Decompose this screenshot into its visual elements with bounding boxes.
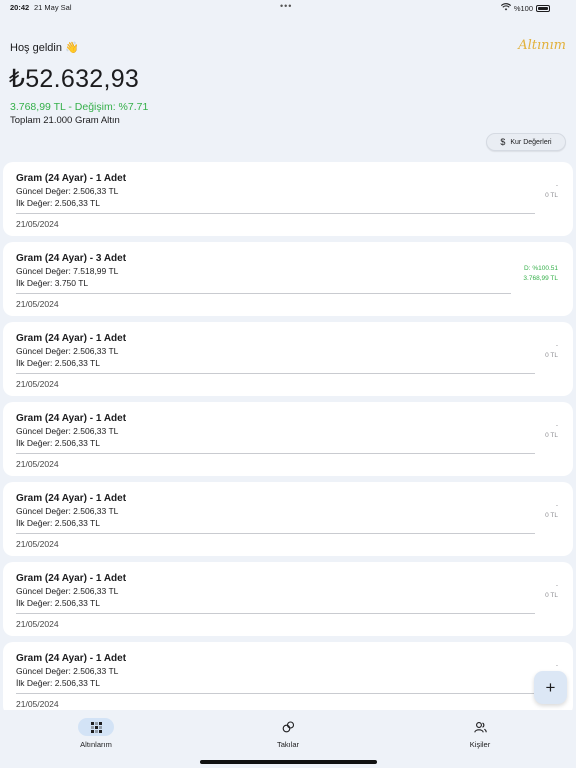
status-time: 20:42 bbox=[10, 3, 30, 12]
gold-item-current-value: Güncel Değer: 2.506,33 TL bbox=[16, 506, 119, 516]
gold-item-diff-line1: - bbox=[555, 422, 558, 429]
gold-list[interactable]: Gram (24 Ayar) - 1 Adet Güncel Değer: 2.5… bbox=[3, 162, 573, 710]
dollar-icon: $ bbox=[500, 137, 506, 147]
gold-item-difference: - 0 TL bbox=[545, 341, 558, 361]
divider bbox=[16, 293, 511, 294]
status-right: %100 bbox=[500, 3, 550, 13]
gold-item-initial-value: İlk Değer: 2.506,33 TL bbox=[16, 598, 100, 608]
gold-item-difference: - bbox=[556, 661, 558, 671]
gold-item-date: 21/05/2024 bbox=[16, 379, 59, 389]
add-gold-button[interactable]: + bbox=[534, 671, 567, 704]
gold-item-initial-value: İlk Değer: 2.506,33 TL bbox=[16, 358, 100, 368]
total-change: 3.768,99 TL - Değişim: %7.71 bbox=[10, 101, 149, 113]
exchange-rates-button[interactable]: $ Kur Değerleri bbox=[486, 133, 566, 151]
plus-icon: + bbox=[545, 677, 556, 697]
gold-item-initial-value: İlk Değer: 2.506,33 TL bbox=[16, 198, 100, 208]
tab-label: Takılar bbox=[276, 740, 300, 749]
brand-logo: Altınım bbox=[518, 38, 566, 53]
gram-total: Toplam 21.000 Gram Altın bbox=[10, 115, 120, 126]
gold-item-title: Gram (24 Ayar) - 1 Adet bbox=[16, 573, 127, 584]
tab-label: Kişiler bbox=[469, 740, 491, 749]
status-bar: 20:42 21 May Sal ••• %100 bbox=[0, 0, 576, 14]
gold-item-card[interactable]: Gram (24 Ayar) - 1 Adet Güncel Değer: 2.5… bbox=[3, 482, 573, 556]
gold-item-diff-line1: - bbox=[555, 662, 558, 669]
gold-item-card[interactable]: Gram (24 Ayar) - 1 Adet Güncel Değer: 2.5… bbox=[3, 402, 573, 476]
divider bbox=[16, 613, 535, 614]
tab-altinlarim[interactable]: Altınlarım bbox=[56, 718, 136, 758]
gold-item-title: Gram (24 Ayar) - 3 Adet bbox=[16, 253, 127, 264]
gold-item-current-value: Güncel Değer: 2.506,33 TL bbox=[16, 346, 119, 356]
rings-icon bbox=[270, 718, 306, 736]
gold-item-current-value: Güncel Değer: 2.506,33 TL bbox=[16, 586, 119, 596]
gold-item-date: 21/05/2024 bbox=[16, 619, 59, 629]
gold-item-title: Gram (24 Ayar) - 1 Adet bbox=[16, 653, 127, 664]
gold-item-diff-line2: 0 TL bbox=[545, 592, 558, 599]
exchange-rates-label: Kur Değerleri bbox=[510, 138, 552, 146]
gold-item-date: 21/05/2024 bbox=[16, 459, 59, 469]
grid-icon bbox=[78, 718, 114, 736]
gold-item-current-value: Güncel Değer: 2.506,33 TL bbox=[16, 426, 119, 436]
tab-takilar[interactable]: Takılar bbox=[248, 718, 328, 758]
gold-item-date: 21/05/2024 bbox=[16, 299, 59, 309]
gold-item-card[interactable]: Gram (24 Ayar) - 1 Adet Güncel Değer: 2.5… bbox=[3, 562, 573, 636]
gold-item-card[interactable]: Gram (24 Ayar) - 1 Adet Güncel Değer: 2.5… bbox=[3, 642, 573, 710]
gold-item-current-value: Güncel Değer: 2.506,33 TL bbox=[16, 666, 119, 676]
gold-item-diff-line1: - bbox=[555, 342, 558, 349]
gold-item-title: Gram (24 Ayar) - 1 Adet bbox=[16, 493, 127, 504]
gold-item-title: Gram (24 Ayar) - 1 Adet bbox=[16, 173, 127, 184]
gold-item-diff-line2: 0 TL bbox=[545, 192, 558, 199]
gold-item-date: 21/05/2024 bbox=[16, 539, 59, 549]
greeting: Hoş geldin 👋 bbox=[10, 42, 79, 54]
home-indicator[interactable] bbox=[200, 760, 377, 764]
gold-item-diff-line2: 0 TL bbox=[545, 512, 558, 519]
gold-item-diff-line1: - bbox=[555, 582, 558, 589]
divider bbox=[16, 533, 535, 534]
battery-percent: %100 bbox=[513, 3, 533, 13]
gold-item-difference: D: %100.51 3.768,99 TL bbox=[523, 264, 558, 284]
gold-item-difference: - 0 TL bbox=[545, 501, 558, 521]
tab-label: Altınlarım bbox=[80, 740, 112, 749]
gold-item-difference: - 0 TL bbox=[545, 181, 558, 201]
gold-item-initial-value: İlk Değer: 2.506,33 TL bbox=[16, 678, 100, 688]
gold-item-initial-value: İlk Değer: 2.506,33 TL bbox=[16, 518, 100, 528]
gold-item-date: 21/05/2024 bbox=[16, 219, 59, 229]
gold-item-difference: - 0 TL bbox=[545, 421, 558, 441]
gold-item-diff-line2: 3.768,99 TL bbox=[523, 275, 558, 282]
wifi-icon bbox=[500, 3, 511, 13]
divider bbox=[16, 453, 535, 454]
gold-item-diff-line2: 0 TL bbox=[545, 432, 558, 439]
gold-item-difference: - 0 TL bbox=[545, 581, 558, 601]
status-date: 21 May Sal bbox=[34, 3, 72, 12]
people-icon bbox=[462, 718, 498, 736]
gold-item-diff-line2: 0 TL bbox=[545, 352, 558, 359]
gold-item-card[interactable]: Gram (24 Ayar) - 1 Adet Güncel Değer: 2.5… bbox=[3, 322, 573, 396]
gold-item-diff-line1: D: %100.51 bbox=[524, 265, 558, 272]
gold-item-date: 21/05/2024 bbox=[16, 699, 59, 709]
divider bbox=[16, 373, 535, 374]
battery-icon bbox=[536, 4, 550, 12]
divider bbox=[16, 213, 535, 214]
multitasking-dots-icon[interactable]: ••• bbox=[280, 1, 292, 11]
gold-item-card[interactable]: Gram (24 Ayar) - 3 Adet Güncel Değer: 7.5… bbox=[3, 242, 573, 316]
gold-item-diff-line1: - bbox=[555, 502, 558, 509]
gold-item-current-value: Güncel Değer: 2.506,33 TL bbox=[16, 186, 119, 196]
divider bbox=[16, 693, 535, 694]
tab-kisiler[interactable]: Kişiler bbox=[440, 718, 520, 758]
gold-item-diff-line1: - bbox=[555, 182, 558, 189]
gold-item-initial-value: İlk Değer: 3.750 TL bbox=[16, 278, 89, 288]
gold-item-card[interactable]: Gram (24 Ayar) - 1 Adet Güncel Değer: 2.5… bbox=[3, 162, 573, 236]
gold-item-title: Gram (24 Ayar) - 1 Adet bbox=[16, 333, 127, 344]
gold-item-title: Gram (24 Ayar) - 1 Adet bbox=[16, 413, 127, 424]
gold-item-initial-value: İlk Değer: 2.506,33 TL bbox=[16, 438, 100, 448]
total-value: ₺52.632,93 bbox=[9, 65, 140, 93]
gold-item-current-value: Güncel Değer: 7.518,99 TL bbox=[16, 266, 119, 276]
